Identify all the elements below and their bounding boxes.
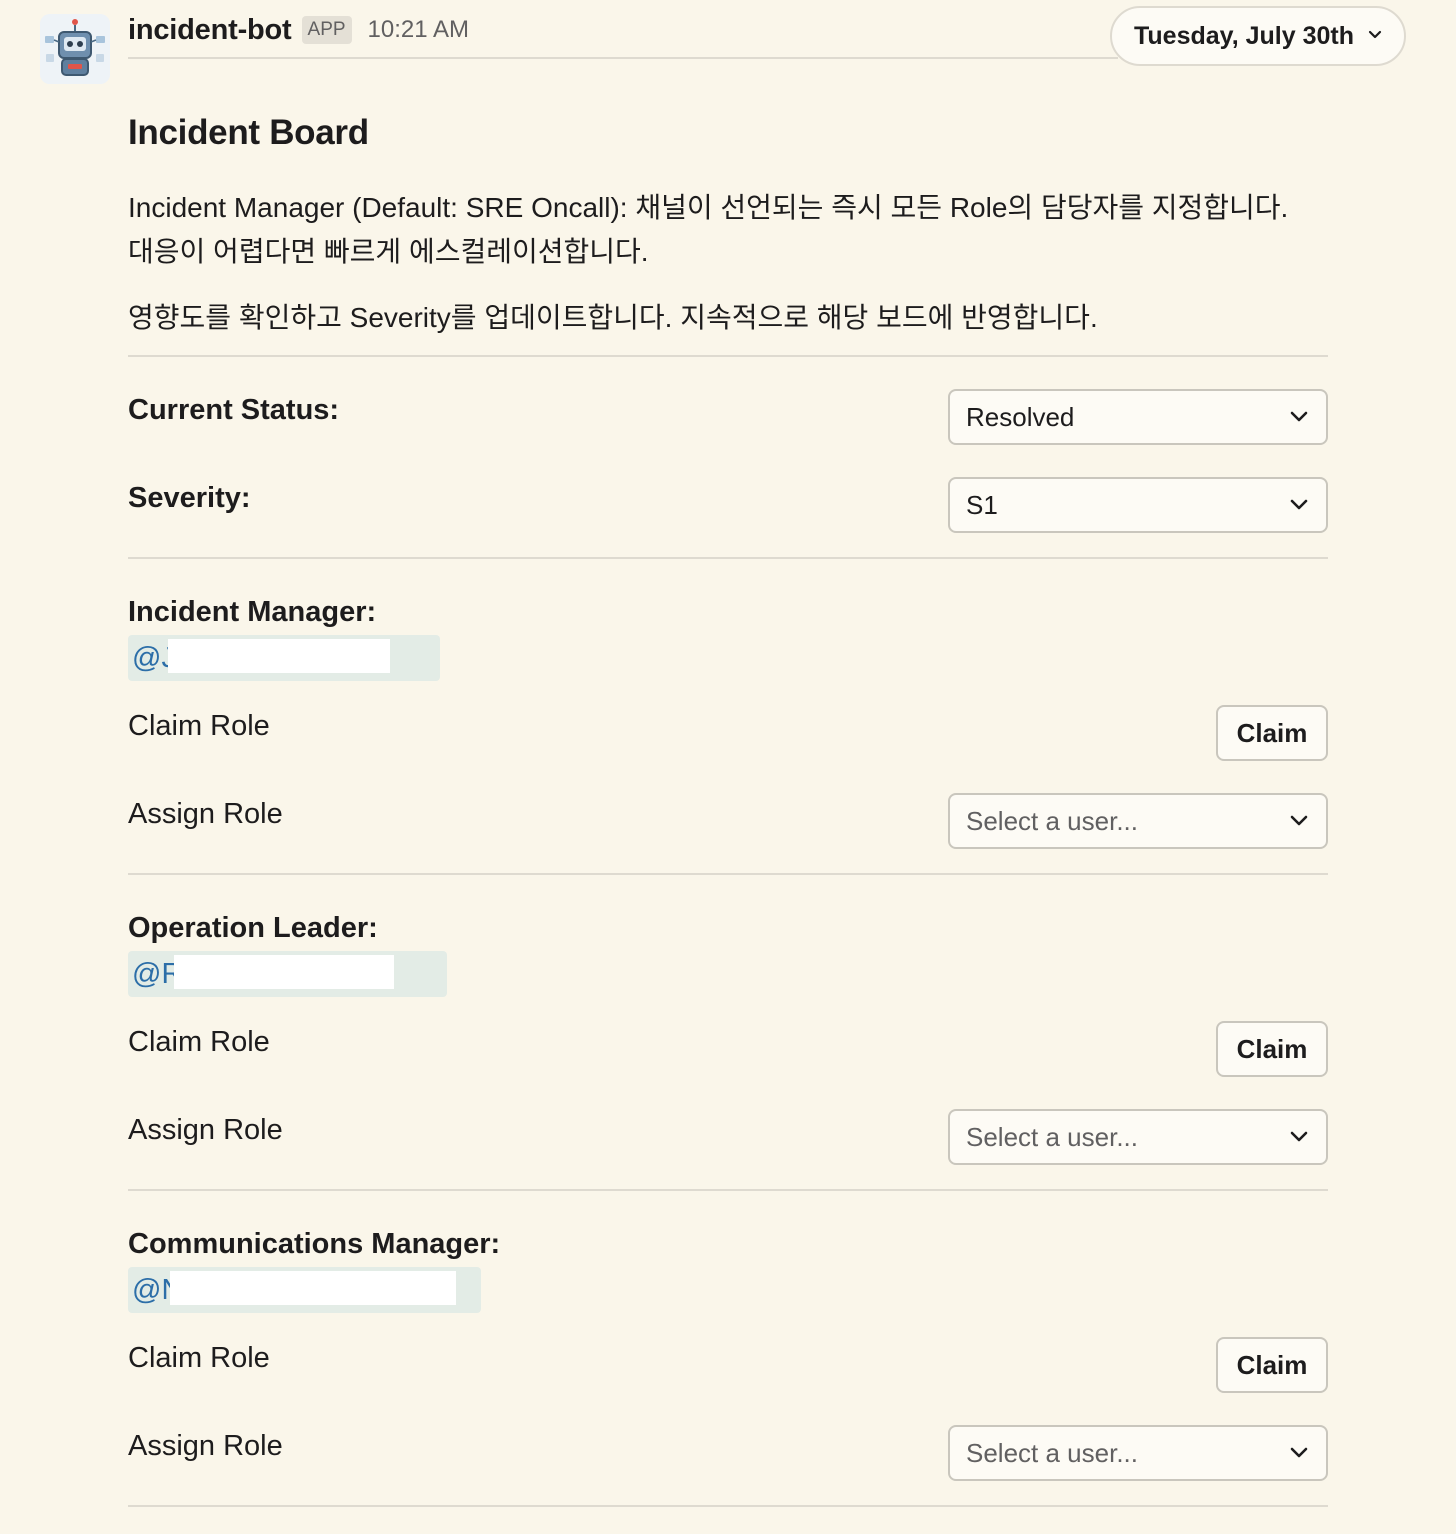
redaction-block xyxy=(170,1271,456,1305)
bot-name[interactable]: incident-bot xyxy=(128,14,292,47)
app-badge: APP xyxy=(301,16,352,44)
user-mention-incident-manager[interactable]: @J ark xyxy=(128,635,440,681)
description-line-3: 영향도를 확인하고 Severity를 업데이트합니다. 지속적으로 해당 보드… xyxy=(128,302,1098,333)
role-title-incident-manager: Incident Manager: xyxy=(128,596,377,628)
board-description: Incident Manager (Default: SRE Oncall): … xyxy=(128,186,1328,274)
assign-placeholder: Select a user... xyxy=(966,1121,1138,1152)
severity-select[interactable]: S1 xyxy=(948,477,1328,533)
chevron-down-icon xyxy=(1368,27,1382,45)
role-title-operation-leader: Operation Leader: xyxy=(128,912,378,944)
claim-button-communications-manager[interactable]: Claim xyxy=(1216,1337,1328,1393)
message-timestamp[interactable]: 10:21 AM xyxy=(368,16,469,44)
date-jump-button[interactable]: Tuesday, July 30th xyxy=(1110,6,1406,66)
board-title: Incident Board xyxy=(128,113,369,152)
chevron-down-icon xyxy=(1290,1131,1308,1143)
section-divider xyxy=(128,1505,1328,1507)
section-divider xyxy=(128,355,1328,357)
section-divider xyxy=(128,1189,1328,1191)
claim-role-label: Claim Role xyxy=(128,710,270,742)
role-title-communications-manager: Communications Manager: xyxy=(128,1228,501,1260)
severity-label: Severity: xyxy=(128,482,251,514)
chevron-down-icon xyxy=(1290,411,1308,423)
assign-placeholder: Select a user... xyxy=(966,805,1138,836)
assign-user-select-operation-leader[interactable]: Select a user... xyxy=(948,1109,1328,1165)
assign-user-select-incident-manager[interactable]: Select a user... xyxy=(948,793,1328,849)
user-mention-operation-leader[interactable]: @R Lee xyxy=(128,951,447,997)
redaction-block xyxy=(168,639,390,673)
redaction-block xyxy=(174,955,394,989)
claim-role-label: Claim Role xyxy=(128,1342,270,1374)
chevron-down-icon xyxy=(1290,499,1308,511)
severity-value: S1 xyxy=(966,489,998,520)
assign-role-label: Assign Role xyxy=(128,1430,283,1462)
message-view: incident-bot APP 10:21 AM Tuesday, July … xyxy=(0,0,1456,1534)
robot-avatar-icon xyxy=(40,14,110,84)
bot-avatar[interactable] xyxy=(40,14,110,84)
claim-button-operation-leader[interactable]: Claim xyxy=(1216,1021,1328,1077)
assign-role-label: Assign Role xyxy=(128,1114,283,1146)
claim-button-incident-manager[interactable]: Claim xyxy=(1216,705,1328,761)
assign-placeholder: Select a user... xyxy=(966,1437,1138,1468)
assign-user-select-communications-manager[interactable]: Select a user... xyxy=(948,1425,1328,1481)
message-header: incident-bot APP 10:21 AM xyxy=(128,10,469,50)
status-label: Current Status: xyxy=(128,394,340,426)
description-line-1: Incident Manager (Default: SRE Oncall): … xyxy=(128,192,1289,223)
assign-role-label: Assign Role xyxy=(128,798,283,830)
chevron-down-icon xyxy=(1290,815,1308,827)
date-divider-line xyxy=(128,57,1118,59)
claim-role-label: Claim Role xyxy=(128,1026,270,1058)
chevron-down-icon xyxy=(1290,1447,1308,1459)
date-label: Tuesday, July 30th xyxy=(1134,21,1354,50)
section-divider xyxy=(128,557,1328,559)
status-value: Resolved xyxy=(966,401,1075,432)
description-line-2: 대응이 어렵다면 빠르게 에스컬레이션합니다. xyxy=(128,236,649,267)
section-divider xyxy=(128,873,1328,875)
user-mention-communications-manager[interactable]: @N in xyxy=(128,1267,481,1313)
status-select[interactable]: Resolved xyxy=(948,389,1328,445)
